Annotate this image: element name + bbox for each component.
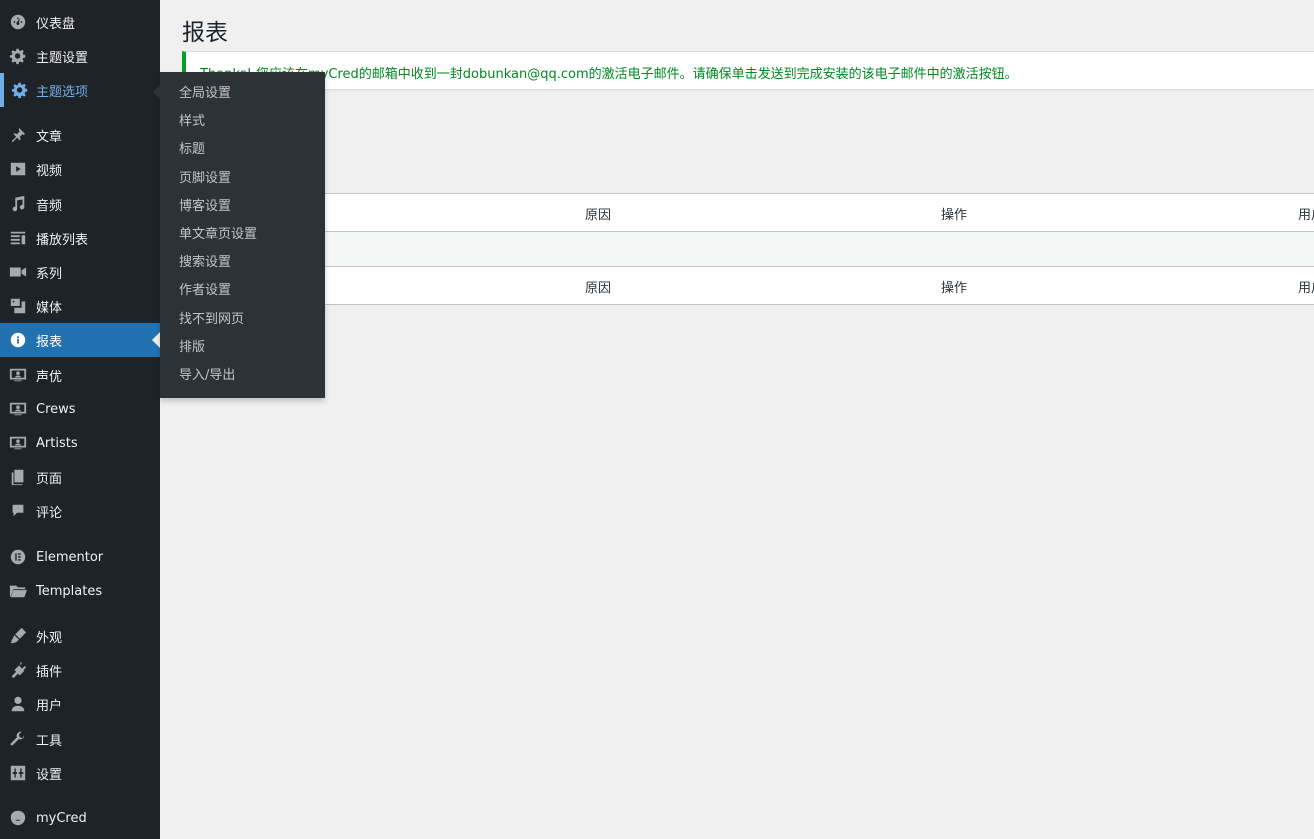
sidebar-item-mycred[interactable]: myCred xyxy=(0,801,160,835)
sidebar-item-crews[interactable]: Crews xyxy=(0,392,160,426)
sidebar-item-artists[interactable]: Artists xyxy=(0,426,160,460)
sidebar-item-label: Crews xyxy=(36,401,76,417)
sidebar-item-comments[interactable]: 评论 xyxy=(0,494,160,528)
sidebar-item-settings[interactable]: 设置 xyxy=(0,756,160,790)
sidebar-item-label: 报表 xyxy=(36,334,63,350)
sidebar-item-label: 设置 xyxy=(36,767,63,783)
sidebar-item-label: 评论 xyxy=(36,505,63,521)
sidebar-item-label: 媒体 xyxy=(36,300,63,316)
wrench-icon xyxy=(0,722,36,756)
sidebar-item-label: 声优 xyxy=(36,369,63,385)
flyout-item-header[interactable]: 标题 xyxy=(160,136,325,164)
sidebar-item-label: 页面 xyxy=(36,471,63,487)
flyout-item-global-settings[interactable]: 全局设置 xyxy=(160,80,325,108)
column-header-action[interactable]: 操作 xyxy=(941,204,967,223)
gear-icon xyxy=(0,39,36,73)
table-footer-row: 原因 操作 用户 xyxy=(183,267,1314,304)
sidebar-item-label: 播放列表 xyxy=(36,232,89,248)
sidebar-item-theme-options[interactable]: 主题选项 xyxy=(0,73,160,107)
elementor-icon xyxy=(0,540,36,574)
current-indicator-arrow xyxy=(152,332,160,348)
sidebar-item-label: 音频 xyxy=(36,198,63,214)
video-icon xyxy=(0,152,36,186)
activation-notice: Thanks! 您应该在myCred的邮箱中收到一封dobunkan@qq.co… xyxy=(182,51,1314,90)
flyout-pointer xyxy=(153,84,161,100)
flyout-item-404-page[interactable]: 找不到网页 xyxy=(160,306,325,334)
admin-sidebar: 仪表盘 主题设置 主题选项 文章 视频 音频 播放列表 系列 媒体 报表 声优 … xyxy=(0,0,160,839)
column-footer-user[interactable]: 用户 xyxy=(1298,277,1314,296)
sidebar-item-label: 主题设置 xyxy=(36,50,89,66)
sidebar-item-label: 工具 xyxy=(36,733,63,749)
sidebar-item-reports[interactable]: 报表 xyxy=(0,323,160,357)
sidebar-item-series[interactable]: 系列 xyxy=(0,255,160,289)
sidebar-item-elementor[interactable]: Elementor xyxy=(0,540,160,574)
sidebar-item-dashboard[interactable]: 仪表盘 xyxy=(0,5,160,39)
sidebar-item-label: 插件 xyxy=(36,664,63,680)
page-icon xyxy=(0,460,36,494)
column-header-user[interactable]: 用户 xyxy=(1298,204,1314,223)
flyout-item-search-settings[interactable]: 搜索设置 xyxy=(160,249,325,277)
column-header-reason[interactable]: 原因 xyxy=(585,204,611,223)
sidebar-item-label: 系列 xyxy=(36,266,63,282)
comment-icon xyxy=(0,494,36,528)
flyout-item-single-post-settings[interactable]: 单文章页设置 xyxy=(160,221,325,249)
table-header-row: 原因 操作 用户 xyxy=(183,194,1314,231)
sidebar-item-posts[interactable]: 文章 xyxy=(0,118,160,152)
sidebar-item-label: Elementor xyxy=(36,549,104,565)
sidebar-item-label: 仪表盘 xyxy=(36,16,76,32)
reports-table: 原因 操作 用户 原因 操作 用户 xyxy=(182,193,1314,305)
page-title: 报表 xyxy=(182,20,228,46)
sidebar-item-label: myCred xyxy=(36,810,87,826)
settings-sliders-icon xyxy=(0,756,36,790)
sidebar-item-label: Artists xyxy=(36,435,78,451)
sidebar-item-pages[interactable]: 页面 xyxy=(0,460,160,494)
sidebar-item-appearance[interactable]: 外观 xyxy=(0,619,160,653)
dashboard-icon xyxy=(0,5,36,39)
plugin-icon xyxy=(0,653,36,687)
sidebar-item-label: 视频 xyxy=(36,163,63,179)
camera-icon xyxy=(0,255,36,289)
sidebar-item-users[interactable]: 用户 xyxy=(0,687,160,721)
theme-options-flyout-menu: 全局设置 样式 标题 页脚设置 博客设置 单文章页设置 搜索设置 作者设置 找不… xyxy=(160,72,325,398)
playlist-icon xyxy=(0,221,36,255)
sidebar-item-playlist[interactable]: 播放列表 xyxy=(0,221,160,255)
sidebar-item-label: 外观 xyxy=(36,630,63,646)
sidebar-item-theme-settings[interactable]: 主题设置 xyxy=(0,39,160,73)
folder-icon xyxy=(0,574,36,608)
gear-icon xyxy=(4,73,36,107)
column-footer-action[interactable]: 操作 xyxy=(941,277,967,296)
flyout-item-styles[interactable]: 样式 xyxy=(160,108,325,136)
flyout-item-import-export[interactable]: 导入/导出 xyxy=(160,362,325,390)
sidebar-item-plugins[interactable]: 插件 xyxy=(0,653,160,687)
table-empty-row xyxy=(183,231,1314,267)
sidebar-item-audio[interactable]: 音频 xyxy=(0,187,160,221)
flyout-item-typography[interactable]: 排版 xyxy=(160,334,325,362)
person-display-icon xyxy=(0,392,36,426)
flyout-item-author-settings[interactable]: 作者设置 xyxy=(160,277,325,305)
sidebar-item-label: 主题选项 xyxy=(36,84,89,100)
sidebar-item-label: 用户 xyxy=(36,698,63,714)
mycred-icon xyxy=(0,801,36,835)
flyout-item-footer-settings[interactable]: 页脚设置 xyxy=(160,165,325,193)
person-display-icon xyxy=(0,426,36,460)
column-footer-reason[interactable]: 原因 xyxy=(585,277,611,296)
flyout-item-blog-settings[interactable]: 博客设置 xyxy=(160,193,325,221)
user-icon xyxy=(0,687,36,721)
sidebar-item-video[interactable]: 视频 xyxy=(0,152,160,186)
pin-icon xyxy=(0,118,36,152)
person-display-icon xyxy=(0,358,36,392)
sidebar-item-media[interactable]: 媒体 xyxy=(0,289,160,323)
sidebar-item-templates[interactable]: Templates xyxy=(0,574,160,608)
music-icon xyxy=(0,187,36,221)
brush-icon xyxy=(0,619,36,653)
sidebar-item-voice-actors[interactable]: 声优 xyxy=(0,358,160,392)
sidebar-item-label: Templates xyxy=(36,583,103,599)
sidebar-item-tools[interactable]: 工具 xyxy=(0,722,160,756)
info-icon xyxy=(0,323,36,357)
sidebar-item-label: 文章 xyxy=(36,129,63,145)
media-icon xyxy=(0,289,36,323)
